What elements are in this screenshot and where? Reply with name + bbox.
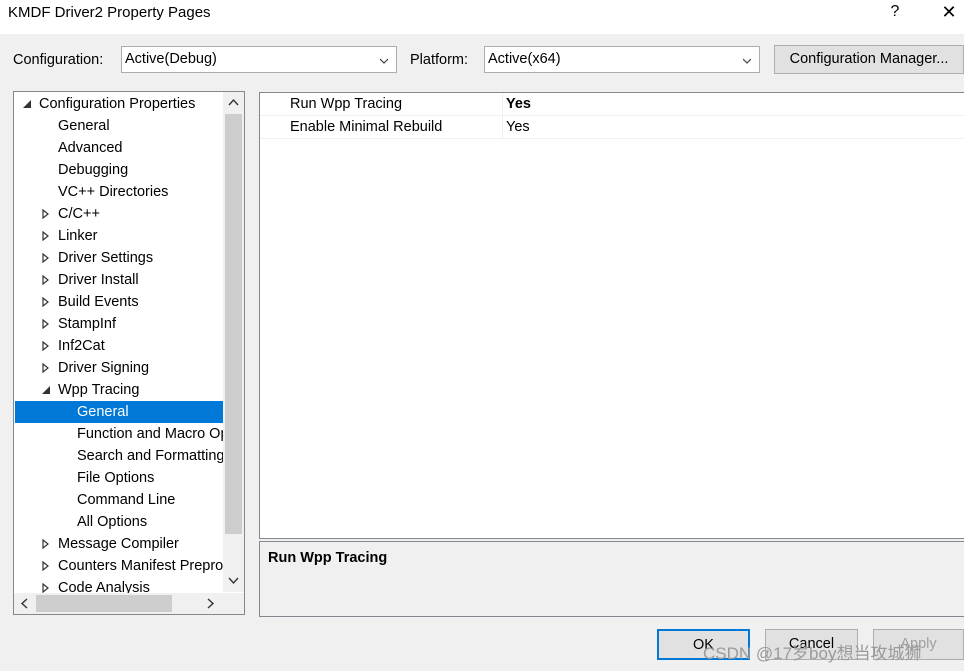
description-panel: Run Wpp Tracing — [259, 541, 964, 617]
tree-item-label: Debugging — [58, 162, 129, 178]
property-value[interactable]: Yes — [506, 119, 530, 135]
configuration-value: Active(Debug) — [125, 51, 217, 67]
tree-item-label: Function and Macro Options — [77, 426, 245, 442]
tree-item[interactable]: C/C++ — [14, 203, 223, 225]
tree-item[interactable]: StampInf — [14, 313, 223, 335]
tree-item[interactable]: Message Compiler — [14, 533, 223, 555]
collapsed-triangle-icon[interactable] — [41, 275, 51, 285]
collapsed-triangle-icon[interactable] — [41, 561, 51, 571]
collapsed-triangle-icon[interactable] — [41, 319, 51, 329]
tree-horizontal-scroll-thumb[interactable] — [36, 595, 172, 612]
tree-item-label: File Options — [77, 470, 155, 486]
tree-item[interactable]: VC++ Directories — [14, 181, 223, 203]
tree-item[interactable]: Advanced — [14, 137, 223, 159]
tree-item-label: Counters Manifest Preprocessor — [58, 558, 244, 574]
tree-item-label: Build Events — [58, 294, 139, 310]
window-title: KMDF Driver2 Property Pages — [8, 4, 211, 21]
help-button[interactable]: ? — [880, 0, 910, 26]
tree-item[interactable]: General — [15, 401, 223, 423]
tree-item[interactable]: Wpp Tracing — [14, 379, 223, 401]
platform-label: Platform: — [410, 52, 469, 68]
tree-item-label: Driver Settings — [58, 250, 154, 266]
tree-item[interactable]: Driver Settings — [14, 247, 223, 269]
tree-item[interactable]: Inf2Cat — [14, 335, 223, 357]
collapsed-triangle-icon[interactable] — [41, 363, 51, 373]
watermark: CSDN @17岁boy想当攻城狮 — [703, 644, 922, 663]
chevron-up-icon[interactable] — [228, 98, 239, 106]
property-value[interactable]: Yes — [506, 96, 531, 112]
grid-row[interactable]: Run Wpp Tracing Yes — [260, 93, 964, 116]
tree-vertical-scroll-thumb[interactable] — [225, 114, 242, 534]
grid-row[interactable]: Enable Minimal Rebuild Yes — [260, 116, 964, 139]
tree-item-label: Message Compiler — [58, 536, 179, 552]
property-grid[interactable]: Run Wpp Tracing Yes Enable Minimal Rebui… — [259, 92, 964, 539]
tree-item[interactable]: Build Events — [14, 291, 223, 313]
collapsed-triangle-icon[interactable] — [41, 297, 51, 307]
tree-item[interactable]: Configuration Properties — [14, 93, 223, 115]
tree-item[interactable]: General — [14, 115, 223, 137]
property-name: Enable Minimal Rebuild — [290, 119, 443, 135]
configuration-manager-button[interactable]: Configuration Manager... — [774, 45, 964, 74]
tree-item-label: Advanced — [58, 140, 123, 156]
tree-item-label: C/C++ — [58, 206, 100, 222]
tree-item[interactable]: Function and Macro Options — [14, 423, 244, 445]
property-tree[interactable]: Configuration Properties General Advanced D… — [13, 91, 245, 615]
tree-item-label: Wpp Tracing — [58, 382, 140, 398]
configuration-label: Configuration: — [13, 52, 104, 68]
tree-item-label: VC++ Directories — [58, 184, 169, 200]
column-divider — [502, 116, 503, 139]
tree-item-label: StampInf — [58, 316, 117, 332]
collapsed-triangle-icon[interactable] — [41, 341, 51, 351]
collapsed-triangle-icon[interactable] — [41, 253, 51, 263]
collapsed-triangle-icon[interactable] — [41, 231, 51, 241]
tree-item[interactable]: File Options — [14, 467, 223, 489]
expanded-triangle-icon[interactable] — [22, 99, 32, 109]
chevron-left-icon[interactable] — [20, 598, 28, 609]
configuration-dropdown[interactable]: Active(Debug) — [121, 46, 397, 73]
collapsed-triangle-icon[interactable] — [41, 539, 51, 549]
tree-item[interactable]: Linker — [14, 225, 223, 247]
tree-item[interactable]: Driver Install — [14, 269, 223, 291]
scrollbar-corner — [223, 593, 244, 614]
chevron-down-icon — [743, 58, 751, 64]
tree-item-label: All Options — [77, 514, 148, 530]
title-bar: KMDF Driver2 Property Pages ? ✕ — [0, 0, 964, 34]
platform-dropdown[interactable]: Active(x64) — [484, 46, 760, 73]
close-button[interactable]: ✕ — [934, 0, 964, 26]
tree-item-label: Driver Signing — [58, 360, 150, 376]
collapsed-triangle-icon[interactable] — [41, 583, 51, 593]
description-title: Run Wpp Tracing — [268, 550, 388, 566]
tree-item[interactable]: Search and Formatting — [14, 445, 225, 467]
tree-item[interactable]: Debugging — [14, 159, 223, 181]
tree-item-label: Command Line — [77, 492, 176, 508]
chevron-right-icon[interactable] — [207, 598, 215, 609]
tree-item-label: Search and Formatting — [77, 448, 225, 464]
tree-item[interactable]: Command Line — [14, 489, 223, 511]
chevron-down-icon — [380, 58, 388, 64]
tree-item[interactable]: Driver Signing — [14, 357, 223, 379]
property-name: Run Wpp Tracing — [290, 96, 403, 112]
chevron-down-icon[interactable] — [228, 577, 239, 585]
expanded-triangle-icon[interactable] — [41, 385, 51, 395]
collapsed-triangle-icon[interactable] — [41, 209, 51, 219]
tree-item-label: Configuration Properties — [39, 96, 196, 112]
tree-item-label: General — [58, 118, 110, 134]
tree-item-label: Linker — [58, 228, 98, 244]
tree-item-label: Inf2Cat — [58, 338, 105, 354]
tree-item-label: Driver Install — [58, 272, 139, 288]
tree-horizontal-scrollbar[interactable] — [14, 593, 223, 614]
tree-item-label: General — [77, 404, 129, 420]
tree-vertical-scrollbar[interactable] — [223, 92, 244, 592]
platform-value: Active(x64) — [488, 51, 561, 67]
column-divider — [502, 93, 503, 116]
tree-item[interactable]: Counters Manifest Preprocessor — [14, 555, 244, 577]
tree-item[interactable]: All Options — [14, 511, 223, 533]
